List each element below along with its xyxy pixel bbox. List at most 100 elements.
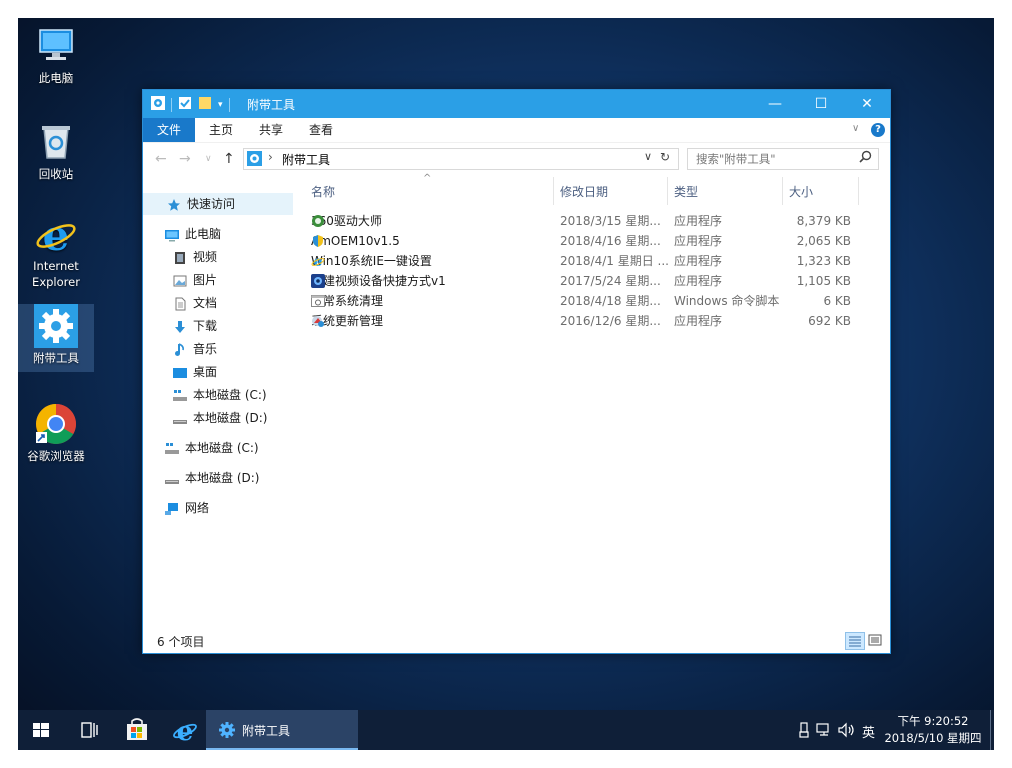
- new-folder-icon[interactable]: [198, 96, 212, 113]
- file-name-cell: e Win10系统IE一键设置: [311, 254, 432, 270]
- taskbar-active-window[interactable]: 附带工具: [206, 710, 358, 750]
- column-separator[interactable]: [553, 177, 554, 205]
- table-row[interactable]: 系统更新管理 2016/12/6 星期... 应用程序 692 KB: [303, 311, 851, 331]
- sidebar-item-videos[interactable]: 视频: [173, 246, 217, 268]
- update-app-icon: [311, 314, 325, 328]
- sidebar-item-desktop[interactable]: 桌面: [173, 361, 217, 383]
- store-button[interactable]: [114, 710, 160, 750]
- task-view-button[interactable]: [66, 710, 112, 750]
- task-view-icon: [81, 722, 98, 738]
- sidebar-item-local-disk-d[interactable]: 本地磁盘 (D:): [173, 407, 267, 429]
- column-header-name[interactable]: 名称: [311, 177, 335, 205]
- sidebar-item-label: 下载: [193, 319, 218, 333]
- start-button[interactable]: [18, 710, 64, 750]
- desktop-icon-this-pc[interactable]: 此电脑: [18, 24, 94, 86]
- file-type-cell: 应用程序: [674, 214, 723, 228]
- help-icon[interactable]: ?: [871, 123, 885, 137]
- table-row[interactable]: AmOEM10v1.5 2018/4/16 星期... 应用程序 2,065 K…: [303, 231, 851, 251]
- navigation-pane: 快速访问 此电脑 视频 图片 文档 下载 音乐 桌面 本地磁盘 (C:) 本地磁…: [143, 177, 293, 627]
- title-bar[interactable]: ▾ 附带工具 — ☐ ✕: [143, 90, 890, 118]
- address-bar[interactable]: › 附带工具 ∨ ↻: [243, 148, 679, 170]
- desktop-icon-recycle-bin[interactable]: 回收站: [18, 120, 94, 182]
- network-icon[interactable]: [816, 722, 832, 741]
- quick-access-toolbar: ▾: [151, 96, 230, 113]
- file-type-cell: 应用程序: [674, 234, 723, 248]
- column-header-type[interactable]: 类型: [674, 177, 698, 205]
- table-row[interactable]: 日常系统清理 2018/4/18 星期... Windows 命令脚本 6 KB: [303, 291, 851, 311]
- forward-arrow-icon[interactable]: →: [179, 151, 191, 167]
- customize-dropdown-icon[interactable]: ▾: [218, 100, 223, 110]
- desktop-icon-tools[interactable]: 附带工具: [18, 304, 94, 372]
- table-row[interactable]: 创建视频设备快捷方式v1 2017/5/24 星期... 应用程序 1,105 …: [303, 271, 851, 291]
- sidebar-item-documents[interactable]: 文档: [173, 292, 217, 314]
- column-separator[interactable]: [858, 177, 859, 205]
- sidebar-item-quick-access[interactable]: 快速访问: [143, 193, 293, 215]
- desktop-icon-ie[interactable]: e Internet Explorer: [18, 211, 94, 290]
- file-size-cell: 6 KB: [823, 294, 851, 308]
- gear-icon: [218, 721, 236, 742]
- clock[interactable]: 下午 9:20:52 2018/5/10 星期四: [878, 710, 988, 750]
- show-desktop-button[interactable]: [990, 710, 991, 750]
- large-icons-view-icon[interactable]: [867, 632, 883, 648]
- maximize-button[interactable]: ☐: [798, 90, 844, 118]
- sidebar-item-label: 本地磁盘 (C:): [185, 441, 259, 455]
- up-arrow-icon[interactable]: ↑: [223, 151, 235, 167]
- address-dropdown-icon[interactable]: ∨: [644, 150, 652, 163]
- sidebar-item-label: 音乐: [193, 342, 218, 356]
- sidebar-item-downloads[interactable]: 下载: [173, 315, 217, 337]
- status-bar: 6 个项目: [143, 629, 890, 653]
- sidebar-item-music[interactable]: 音乐: [173, 338, 217, 360]
- sidebar-item-drive-c[interactable]: 本地磁盘 (C:): [165, 437, 259, 459]
- refresh-icon[interactable]: ↻: [660, 150, 670, 164]
- table-row[interactable]: e Win10系统IE一键设置 2018/4/1 星期日 ... 应用程序 1,3…: [303, 251, 851, 271]
- ribbon-tabs: 文件 主页 共享 查看 ∨ ?: [143, 118, 890, 143]
- address-row: ← → ∨ ↑ › 附带工具 ∨ ↻ 搜索"附带工具": [143, 143, 890, 175]
- column-separator[interactable]: [667, 177, 668, 205]
- sidebar-item-label: 本地磁盘 (D:): [185, 471, 260, 485]
- ribbon-expand-icon[interactable]: ∨: [852, 123, 859, 134]
- properties-icon[interactable]: [178, 96, 192, 113]
- windows-drive-icon: [173, 388, 187, 402]
- tab-share[interactable]: 共享: [247, 118, 295, 142]
- sidebar-item-this-pc[interactable]: 此电脑: [165, 223, 221, 245]
- volume-icon[interactable]: [838, 722, 856, 741]
- file-size-cell: 692 KB: [808, 314, 851, 328]
- column-separator[interactable]: [782, 177, 783, 205]
- usb-icon[interactable]: [798, 722, 810, 741]
- desktop-icon-chrome[interactable]: 谷歌浏览器: [18, 402, 94, 464]
- tab-file[interactable]: 文件: [143, 118, 196, 142]
- gear-icon: [247, 151, 262, 169]
- explorer-window: ▾ 附带工具 — ☐ ✕ 文件 主页 共享 查看 ∨ ? ← → ∨ ↑ › 附…: [142, 89, 891, 654]
- drive-icon: [165, 471, 179, 485]
- search-icon[interactable]: [859, 150, 872, 166]
- desktop-icon-label: Internet Explorer: [32, 259, 80, 289]
- close-button[interactable]: ✕: [844, 90, 890, 118]
- details-view-icon[interactable]: [845, 632, 865, 650]
- taskbar-ie-button[interactable]: e: [162, 710, 208, 750]
- file-name-cell: 系统更新管理: [311, 314, 384, 328]
- sidebar-item-pictures[interactable]: 图片: [173, 269, 217, 291]
- breadcrumb[interactable]: 附带工具: [282, 151, 330, 168]
- input-language[interactable]: 英: [862, 722, 875, 741]
- file-date-cell: 2018/4/1 星期日 ...: [560, 254, 669, 268]
- sidebar-item-local-disk-c[interactable]: 本地磁盘 (C:): [173, 384, 267, 406]
- sidebar-item-label: 本地磁盘 (D:): [193, 411, 268, 425]
- taskbar: e 附带工具 英 下午 9:20:52 2018/5/10 星期四: [18, 710, 994, 750]
- sidebar-item-drive-d[interactable]: 本地磁盘 (D:): [165, 467, 259, 489]
- breadcrumb-chevron-icon[interactable]: ›: [268, 150, 273, 164]
- column-header-date[interactable]: 修改日期: [560, 177, 608, 205]
- tab-view[interactable]: 查看: [297, 118, 345, 142]
- download-arrow-icon: [173, 319, 187, 333]
- desktop-icon-label: 附带工具: [33, 351, 79, 365]
- file-name-cell: 日常系统清理: [311, 294, 384, 308]
- search-input[interactable]: 搜索"附带工具": [687, 148, 879, 170]
- window-title: 附带工具: [247, 98, 296, 112]
- table-row[interactable]: 360驱动大师 2018/3/15 星期... 应用程序 8,379 KB: [303, 211, 851, 231]
- minimize-button[interactable]: —: [752, 90, 798, 118]
- back-arrow-icon[interactable]: ←: [155, 151, 167, 167]
- tab-home[interactable]: 主页: [197, 118, 245, 142]
- sidebar-item-network[interactable]: 网络: [165, 497, 209, 519]
- recent-locations-icon[interactable]: ∨: [205, 154, 212, 164]
- column-header-size[interactable]: 大小: [789, 177, 813, 205]
- network-icon: [165, 501, 179, 515]
